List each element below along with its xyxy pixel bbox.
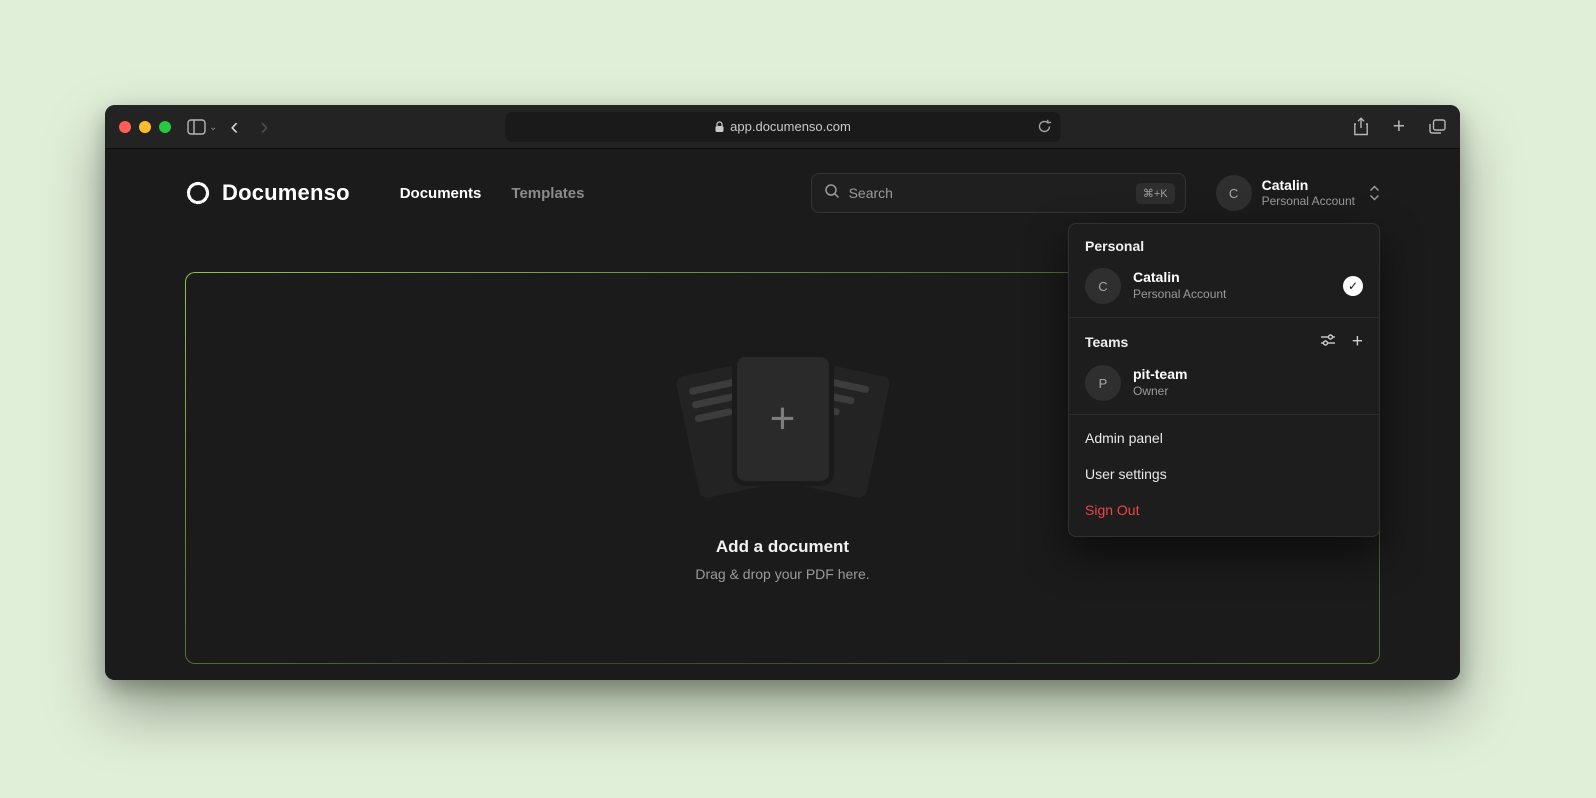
search-bar[interactable]: ⌘+K xyxy=(811,173,1186,213)
team-name: pit-team xyxy=(1133,366,1187,384)
toolbar-left-group: ⌄ ‹ › xyxy=(187,115,279,139)
menu-item-sign-out[interactable]: Sign Out xyxy=(1069,492,1379,528)
account-menu-trigger[interactable]: C Catalin Personal Account xyxy=(1216,175,1380,211)
forward-button: › xyxy=(249,115,279,139)
documents-illustration: + xyxy=(673,355,893,503)
search-shortcut-badge: ⌘+K xyxy=(1136,183,1175,204)
new-tab-icon[interactable]: + xyxy=(1393,116,1405,137)
app-page: Documenso Documents Templates ⌘+K xyxy=(105,149,1460,680)
search-input[interactable] xyxy=(849,185,1127,201)
menu-divider xyxy=(1069,414,1379,415)
back-button[interactable]: ‹ xyxy=(219,115,249,139)
check-icon: ✓ xyxy=(1343,276,1363,296)
personal-account-item[interactable]: C Catalin Personal Account ✓ xyxy=(1069,263,1379,317)
avatar: C xyxy=(1216,175,1252,211)
share-icon[interactable] xyxy=(1353,117,1369,136)
desktop-background: ⌄ ‹ › app.documenso.com xyxy=(0,0,1596,798)
personal-section-label: Personal xyxy=(1069,224,1379,263)
zoom-button[interactable] xyxy=(159,121,171,133)
close-button[interactable] xyxy=(119,121,131,133)
sidebar-toggle-icon[interactable] xyxy=(187,119,206,135)
minimize-button[interactable] xyxy=(139,121,151,133)
address-bar[interactable]: app.documenso.com xyxy=(505,112,1060,142)
nav-templates[interactable]: Templates xyxy=(511,185,584,202)
sidebar-chevron-icon[interactable]: ⌄ xyxy=(209,122,217,133)
team-avatar: P xyxy=(1085,365,1121,401)
brand[interactable]: Documenso xyxy=(185,180,350,206)
personal-account-text: Catalin Personal Account xyxy=(1133,269,1226,302)
account-type: Personal Account xyxy=(1262,194,1355,210)
traffic-lights xyxy=(119,121,171,133)
team-item[interactable]: P pit-team Owner xyxy=(1069,360,1379,414)
teams-section-header: Teams + xyxy=(1069,318,1379,360)
lock-icon xyxy=(714,121,724,133)
tab-overview-icon[interactable] xyxy=(1429,119,1446,134)
teams-actions: + xyxy=(1320,332,1363,351)
team-role: Owner xyxy=(1133,384,1187,400)
main-nav: Documents Templates xyxy=(400,185,585,202)
menu-item-user-settings[interactable]: User settings xyxy=(1069,456,1379,492)
browser-toolbar: ⌄ ‹ › app.documenso.com xyxy=(105,105,1460,149)
account-name: Catalin xyxy=(1262,177,1355,194)
dropzone-title: Add a document xyxy=(716,537,849,557)
search-icon xyxy=(824,183,840,204)
menu-item-admin-panel[interactable]: Admin panel xyxy=(1069,420,1379,456)
plus-icon: + xyxy=(770,397,796,441)
url-text: app.documenso.com xyxy=(730,119,851,134)
reload-icon[interactable] xyxy=(1037,119,1051,137)
documenso-logo-icon xyxy=(185,180,211,206)
dropzone-subtitle: Drag & drop your PDF here. xyxy=(695,566,869,582)
browser-window: ⌄ ‹ › app.documenso.com xyxy=(105,105,1460,680)
nav-documents[interactable]: Documents xyxy=(400,185,482,202)
create-team-icon[interactable]: + xyxy=(1352,332,1363,351)
personal-account-name: Catalin xyxy=(1133,269,1226,287)
toolbar-right-group: + xyxy=(1353,116,1446,137)
brand-name: Documenso xyxy=(222,180,350,206)
account-text: Catalin Personal Account xyxy=(1262,177,1355,209)
account-dropdown-menu: Personal C Catalin Personal Account ✓ Te… xyxy=(1068,223,1380,537)
personal-account-type: Personal Account xyxy=(1133,287,1226,303)
teams-section-label: Teams xyxy=(1085,334,1128,350)
avatar: C xyxy=(1085,268,1121,304)
chevron-up-down-icon xyxy=(1369,184,1380,202)
document-card-center: + xyxy=(737,357,829,481)
team-text: pit-team Owner xyxy=(1133,366,1187,399)
manage-teams-icon[interactable] xyxy=(1320,333,1336,350)
